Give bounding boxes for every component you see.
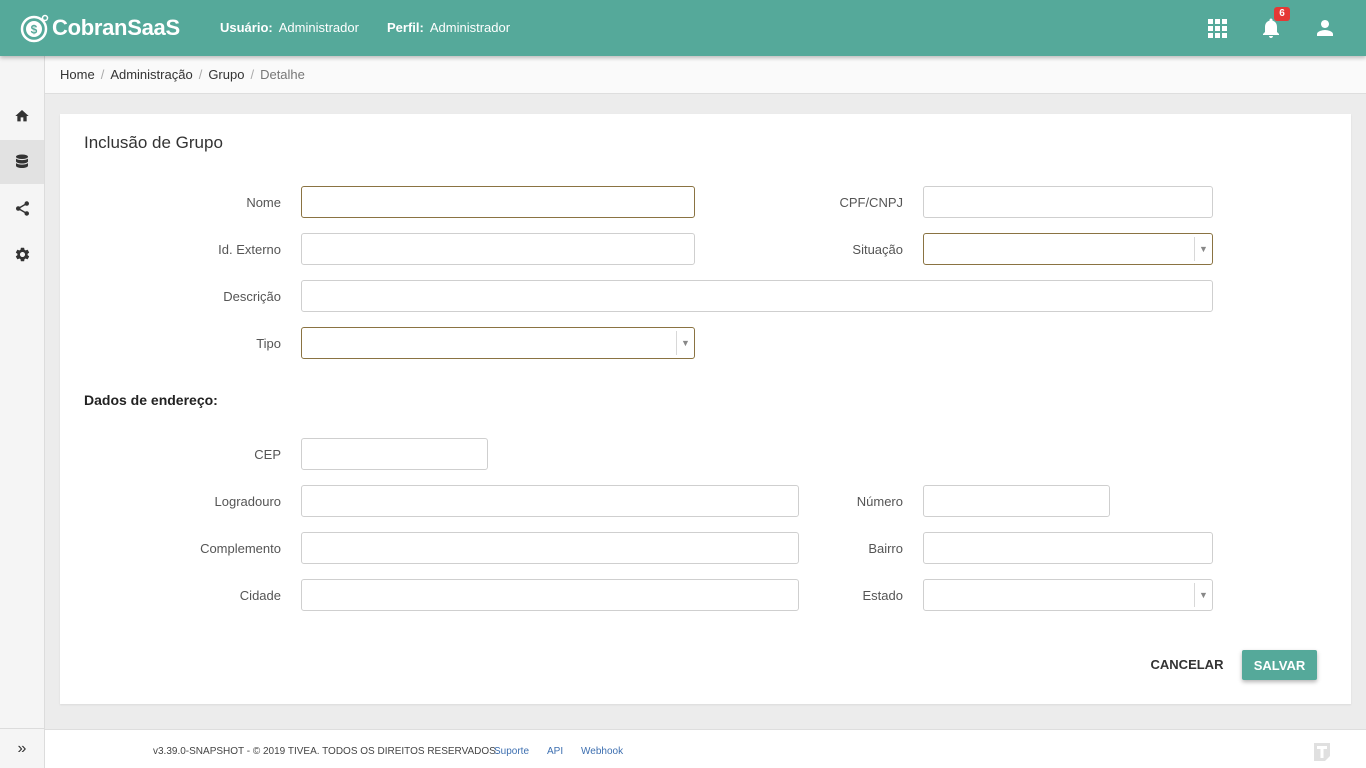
- estado-label: Estado: [862, 588, 903, 603]
- bairro-label: Bairro: [868, 541, 903, 556]
- user-value: Administrador: [278, 20, 359, 35]
- address-section-title: Dados de endereço:: [84, 392, 218, 408]
- sidebar-item-home[interactable]: [0, 94, 44, 138]
- tivea-logo-icon: [1314, 743, 1330, 761]
- app-logo[interactable]: $ CobranSaaS: [20, 12, 180, 44]
- profile-info: Perfil: Administrador: [387, 20, 510, 35]
- breadcrumb-administracao[interactable]: Administração: [110, 67, 192, 82]
- footer-link-api[interactable]: API: [547, 746, 563, 757]
- user-info: Usuário: Administrador: [220, 20, 359, 35]
- breadcrumb-separator: /: [100, 67, 105, 82]
- cep-input[interactable]: [301, 438, 488, 470]
- tipo-select[interactable]: ▼: [301, 327, 695, 359]
- group-form-card: Inclusão de Grupo Nome CPF/CNPJ Id. Exte…: [60, 114, 1351, 704]
- footer: v3.39.0-SNAPSHOT - © 2019 TIVEA. TODOS O…: [45, 729, 1366, 768]
- page-title: Inclusão de Grupo: [84, 133, 223, 152]
- breadcrumb-grupo[interactable]: Grupo: [208, 67, 244, 82]
- nome-input[interactable]: [301, 186, 695, 218]
- bairro-input[interactable]: [923, 532, 1213, 564]
- sidebar-expand-button[interactable]: »: [0, 728, 44, 768]
- numero-label: Número: [856, 494, 903, 509]
- logradouro-input[interactable]: [301, 485, 799, 517]
- cidade-input[interactable]: [301, 579, 799, 611]
- estado-select[interactable]: ▼: [923, 579, 1213, 611]
- breadcrumb-home[interactable]: Home: [60, 67, 95, 82]
- complemento-input[interactable]: [301, 532, 799, 564]
- notification-badge: 6: [1274, 7, 1290, 21]
- nome-label: Nome: [246, 195, 281, 210]
- cep-label: CEP: [254, 447, 281, 462]
- situacao-label: Situação: [852, 242, 903, 257]
- sidebar: »: [0, 56, 45, 768]
- cpf-cnpj-input[interactable]: [923, 186, 1213, 218]
- logradouro-label: Logradouro: [214, 494, 282, 509]
- breadcrumb: Home / Administração / Grupo / Detalhe: [45, 56, 1366, 94]
- sidebar-item-settings[interactable]: [0, 232, 44, 276]
- id-externo-input[interactable]: [301, 233, 695, 265]
- home-icon: [15, 110, 29, 122]
- sidebar-item-share[interactable]: [0, 186, 44, 230]
- tipo-label: Tipo: [256, 336, 281, 351]
- apps-grid-icon[interactable]: [1205, 16, 1229, 40]
- footer-link-suporte[interactable]: Suporte: [494, 746, 529, 757]
- breadcrumb-current: Detalhe: [260, 67, 305, 82]
- profile-value: Administrador: [429, 20, 511, 35]
- breadcrumb-separator: /: [198, 67, 203, 82]
- footer-copyright: v3.39.0-SNAPSHOT - © 2019 TIVEA. TODOS O…: [153, 746, 499, 757]
- chevron-down-icon: ▼: [1194, 583, 1212, 607]
- numero-input[interactable]: [923, 485, 1110, 517]
- account-icon[interactable]: [1313, 16, 1337, 40]
- id-externo-label: Id. Externo: [218, 242, 281, 257]
- profile-label: Perfil:: [387, 20, 424, 35]
- svg-text:$: $: [31, 23, 38, 37]
- user-label: Usuário:: [220, 20, 273, 35]
- cancel-button[interactable]: CANCELAR: [1144, 650, 1230, 680]
- cpf-cnpj-label: CPF/CNPJ: [839, 195, 903, 210]
- descricao-input[interactable]: [301, 280, 1213, 312]
- chevron-down-icon: ▼: [676, 331, 694, 355]
- situacao-select[interactable]: ▼: [923, 233, 1213, 265]
- logo-coin-icon: $: [20, 14, 49, 43]
- gear-icon: [15, 247, 29, 261]
- sidebar-item-database[interactable]: [0, 140, 44, 184]
- complemento-label: Complemento: [200, 541, 281, 556]
- breadcrumb-separator: /: [250, 67, 255, 82]
- cidade-label: Cidade: [239, 588, 281, 603]
- footer-link-webhook[interactable]: Webhook: [581, 746, 623, 757]
- chevron-down-icon: ▼: [1194, 237, 1212, 261]
- top-bar: $ CobranSaaS Usuário: Administrador Perfi…: [0, 0, 1366, 56]
- app-name: CobranSaaS: [52, 15, 180, 40]
- database-icon: [16, 154, 28, 168]
- descricao-label: Descrição: [223, 289, 281, 304]
- save-button[interactable]: SALVAR: [1242, 650, 1317, 680]
- share-icon: [15, 200, 29, 216]
